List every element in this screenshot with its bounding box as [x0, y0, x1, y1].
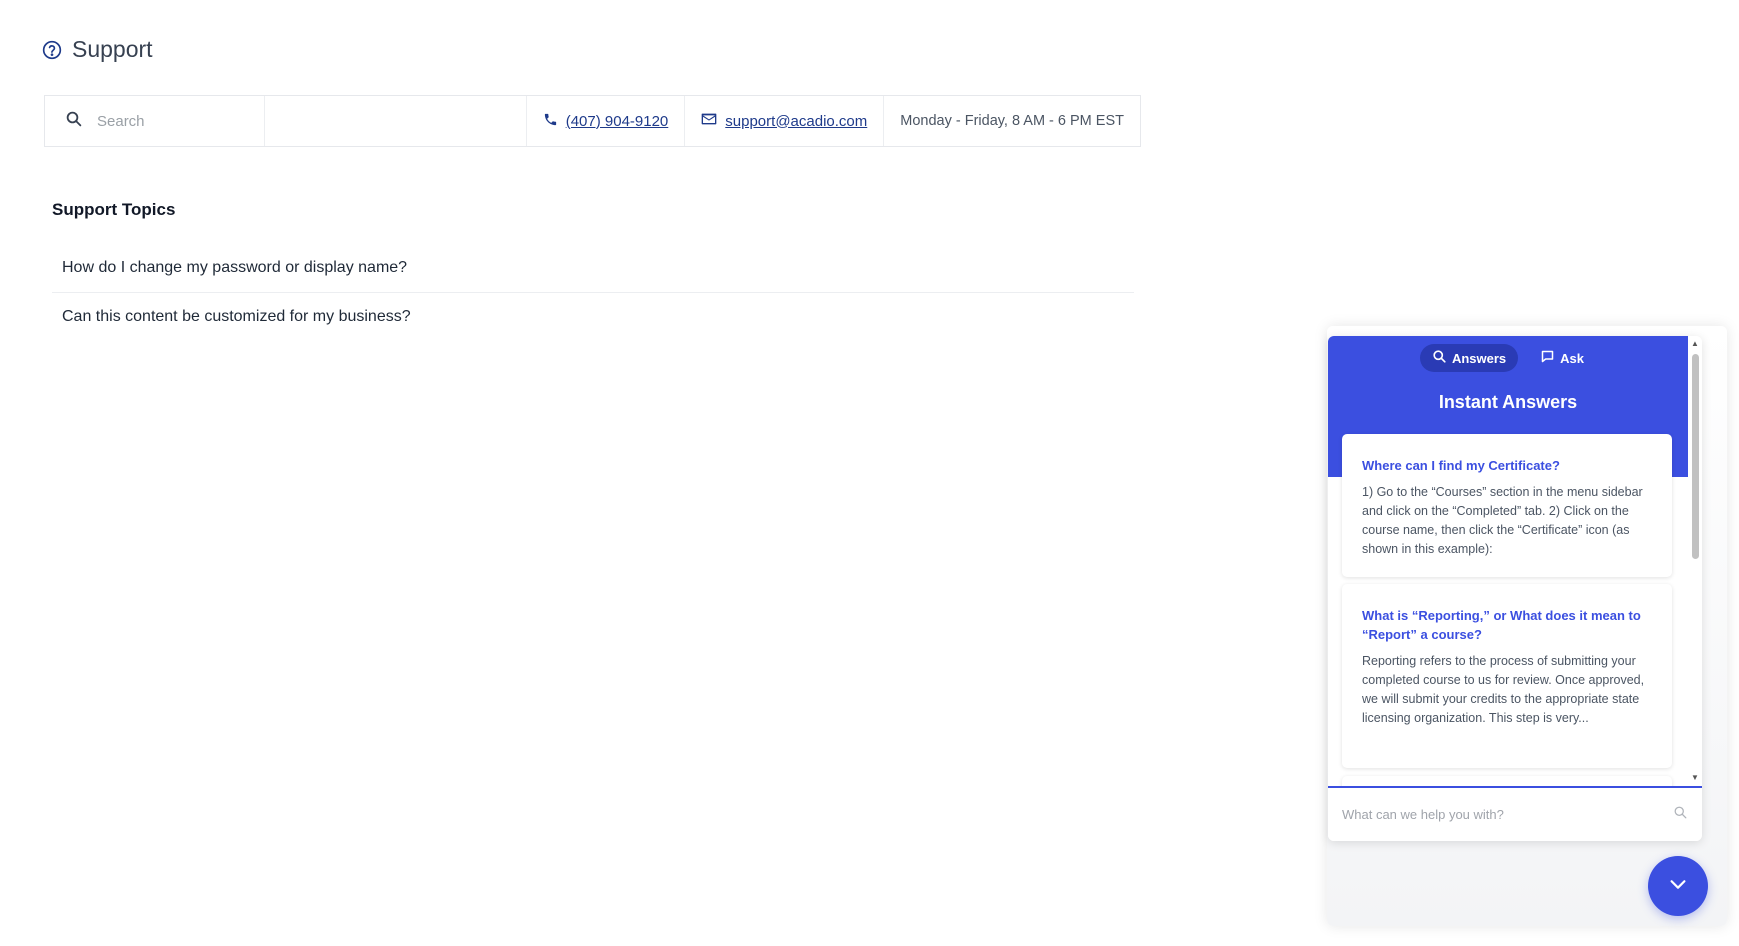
help-circle-icon: [42, 40, 62, 60]
search-icon: [1432, 349, 1447, 367]
answer-snippet: Reporting refers to the process of submi…: [1362, 654, 1645, 725]
widget-tabs: Answers Ask: [1328, 344, 1688, 372]
tab-label: Answers: [1451, 350, 1507, 366]
phone-link[interactable]: (407) 904-9120: [566, 113, 669, 130]
contact-bar-spacer: [265, 96, 527, 146]
widget-input-row: [1328, 786, 1702, 841]
tab-label: Ask: [1560, 350, 1585, 366]
answer-question[interactable]: Where can I find my Certificate?: [1362, 456, 1652, 475]
tab-answers[interactable]: Answers: [1419, 344, 1519, 372]
widget-scroll-area: Answers Ask Instant Answers Where can I …: [1328, 336, 1688, 786]
chevron-down-icon: [1667, 873, 1689, 900]
page-title: Support: [72, 36, 153, 62]
mail-icon: [701, 112, 717, 130]
phone-contact: (407) 904-9120: [527, 96, 686, 146]
topics-title: Support Topics: [52, 200, 176, 219]
scroll-thumb[interactable]: [1692, 354, 1699, 559]
contact-bar: (407) 904-9120 support@acadio.com Monday…: [44, 95, 1141, 147]
support-hours: Monday - Friday, 8 AM - 6 PM EST: [900, 113, 1124, 129]
support-topics: Support Topics How do I change my passwo…: [52, 200, 1134, 341]
answer-snippet: 1) Go to the “Courses” section in the me…: [1362, 485, 1643, 556]
email-link[interactable]: support@acadio.com: [725, 113, 867, 130]
scroll-up-arrow[interactable]: ▲: [1691, 340, 1699, 348]
chat-bubble-icon: [1540, 349, 1555, 367]
widget-scrollbar[interactable]: ▲ ▼: [1688, 336, 1702, 786]
topic-item[interactable]: How do I change my password or display n…: [52, 244, 1134, 293]
widget-search-input[interactable]: [1342, 807, 1673, 822]
answer-card[interactable]: Where can I find my Certificate? 1) Go t…: [1342, 434, 1672, 577]
scroll-down-arrow[interactable]: ▼: [1691, 774, 1699, 782]
help-widget-panel: Answers Ask Instant Answers Where can I …: [1328, 336, 1702, 841]
search-box: [45, 96, 265, 146]
phone-icon: [543, 112, 558, 131]
search-icon: [65, 110, 83, 133]
search-input[interactable]: [97, 112, 247, 130]
page-header: Support: [42, 36, 153, 63]
hours-cell: Monday - Friday, 8 AM - 6 PM EST: [884, 96, 1140, 146]
answer-card-partial[interactable]: [1342, 776, 1672, 786]
email-contact: support@acadio.com: [685, 96, 885, 146]
answer-question[interactable]: What is “Reporting,” or What does it mea…: [1362, 606, 1652, 644]
widget-launcher-button[interactable]: [1648, 856, 1708, 916]
support-page: Support (407) 904-9120: [0, 0, 1739, 946]
answer-card[interactable]: What is “Reporting,” or What does it mea…: [1342, 584, 1672, 768]
widget-heading: Instant Answers: [1438, 392, 1578, 412]
topic-item[interactable]: Can this content be customized for my bu…: [52, 293, 1134, 341]
search-icon[interactable]: [1673, 805, 1688, 825]
tab-ask[interactable]: Ask: [1528, 344, 1596, 372]
